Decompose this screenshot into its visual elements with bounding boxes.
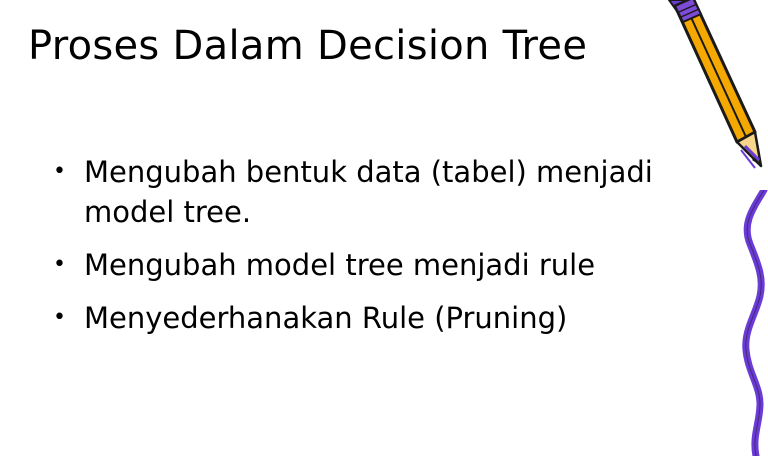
bullet-list: • Mengubah bentuk data (tabel) menjadi m… — [50, 152, 670, 351]
bullet-marker: • — [53, 305, 66, 330]
squiggle-line-icon — [742, 190, 768, 456]
bullet-item: • Mengubah bentuk data (tabel) menjadi m… — [50, 152, 670, 232]
bullet-text: Mengubah model tree menjadi rule — [84, 248, 596, 282]
bullet-marker: • — [53, 252, 66, 277]
bullet-item: • Mengubah model tree menjadi rule — [50, 245, 670, 285]
bullet-text: Mengubah bentuk data (tabel) menjadi mod… — [84, 155, 653, 229]
slide: Proses Dalam Decision Tree • Mengubah be… — [0, 0, 768, 456]
bullet-marker: • — [53, 159, 66, 184]
slide-title: Proses Dalam Decision Tree — [28, 23, 588, 69]
pencil-icon — [667, 0, 763, 169]
bullet-text: Menyederhanakan Rule (Pruning) — [84, 301, 568, 335]
bullet-item: • Menyederhanakan Rule (Pruning) — [50, 298, 670, 338]
